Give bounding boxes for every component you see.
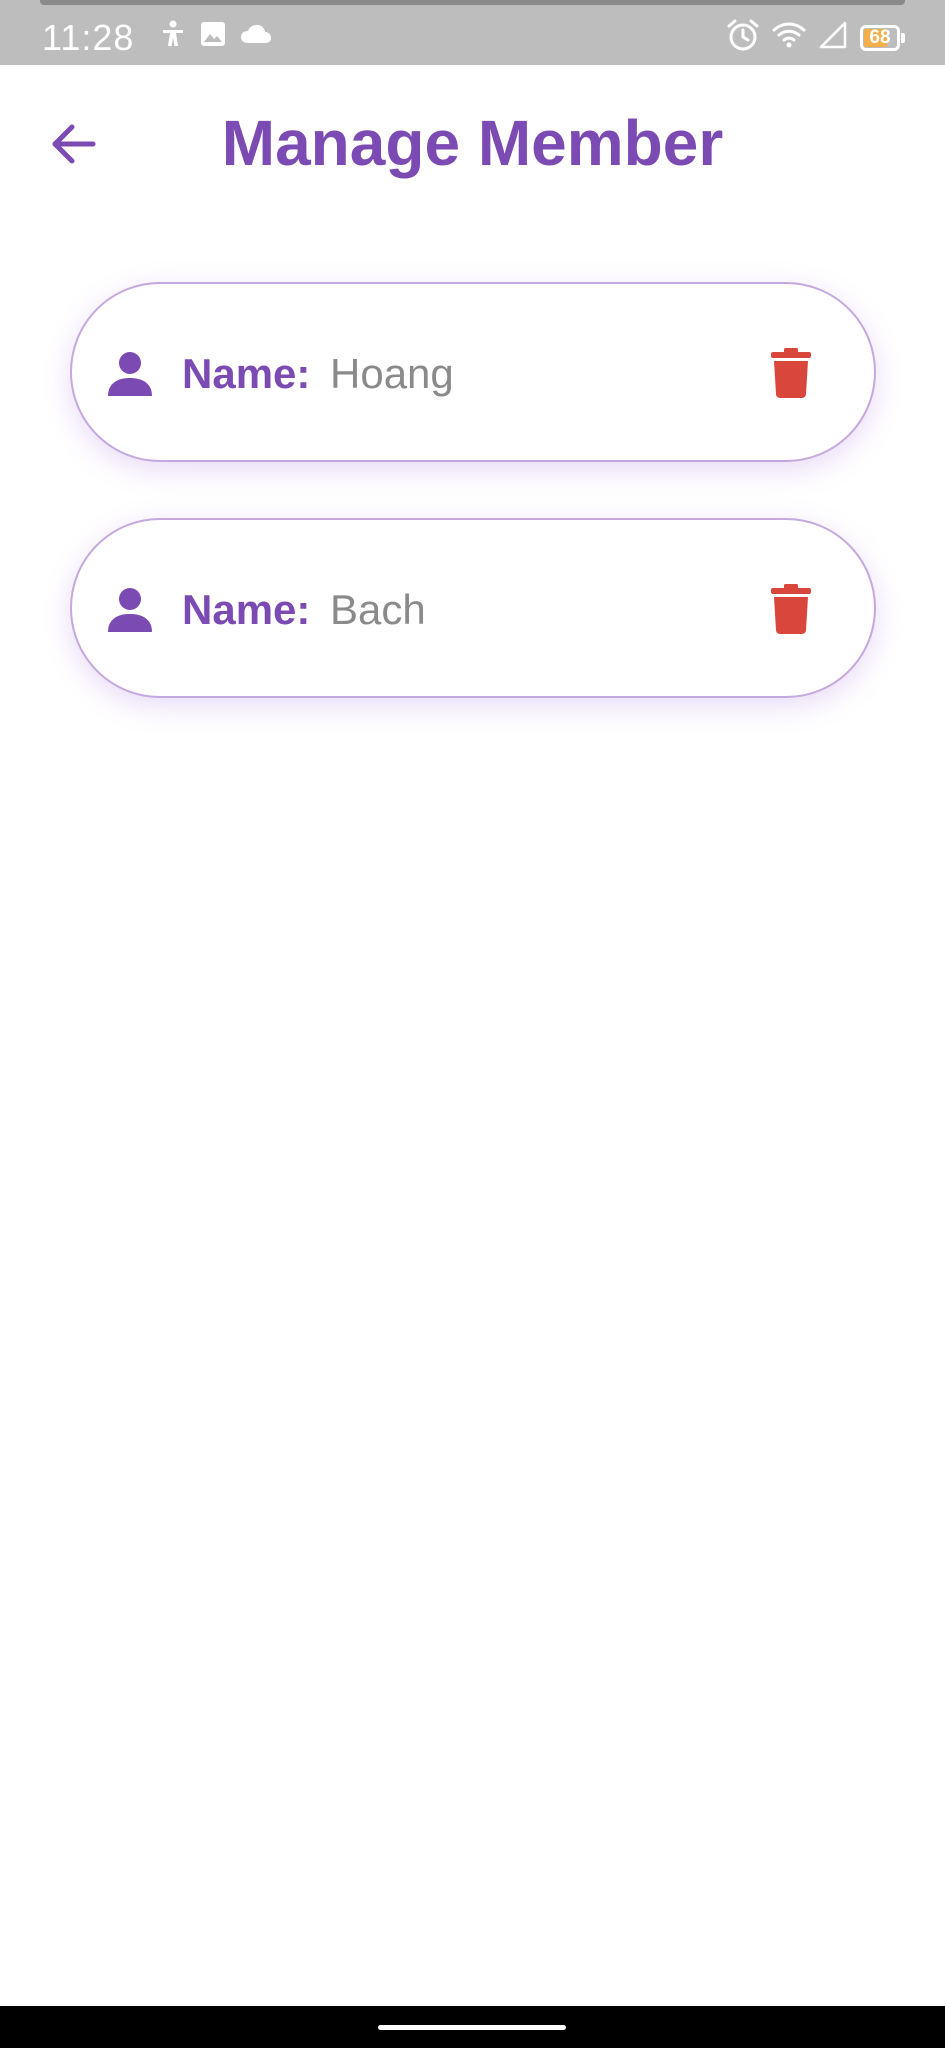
- trash-icon: [771, 347, 811, 403]
- member-name-label: Name:: [182, 350, 311, 397]
- battery-group: 68: [860, 24, 905, 51]
- member-list: Name: Hoang Name: Bach: [70, 282, 876, 754]
- manage-member-screen: 11:28 68 Manage Member Name: Hoang Name:…: [0, 0, 945, 2048]
- delete-member-button[interactable]: [766, 347, 816, 403]
- battery-icon: 68: [860, 24, 900, 51]
- home-indicator[interactable]: [378, 2025, 566, 2030]
- member-name-label: Name:: [182, 586, 311, 633]
- person-icon: [106, 586, 154, 634]
- status-left-icons: [160, 20, 272, 53]
- app-header: Manage Member: [0, 65, 945, 215]
- system-nav-bar: [0, 2006, 945, 2048]
- member-name-value: Hoang: [330, 350, 454, 397]
- status-bar-top-line: [40, 0, 905, 5]
- battery-level: 68: [869, 26, 891, 48]
- status-time: 11:28: [42, 17, 135, 58]
- alarm-icon: [726, 18, 760, 57]
- member-card[interactable]: Name: Bach: [70, 518, 876, 698]
- trash-icon: [771, 583, 811, 639]
- image-icon: [200, 21, 226, 52]
- cloud-icon: [240, 23, 272, 50]
- status-right-icons: 68: [726, 18, 905, 57]
- person-icon: [106, 350, 154, 398]
- battery-tip: [901, 32, 905, 43]
- member-name-value: Bach: [330, 586, 426, 633]
- page-title: Manage Member: [221, 107, 724, 179]
- signal-icon: [818, 20, 848, 55]
- member-card[interactable]: Name: Hoang: [70, 282, 876, 462]
- wifi-icon: [772, 20, 806, 55]
- delete-member-button[interactable]: [766, 583, 816, 639]
- accessibility-icon: [160, 20, 186, 53]
- status-bar: 11:28 68: [0, 0, 945, 65]
